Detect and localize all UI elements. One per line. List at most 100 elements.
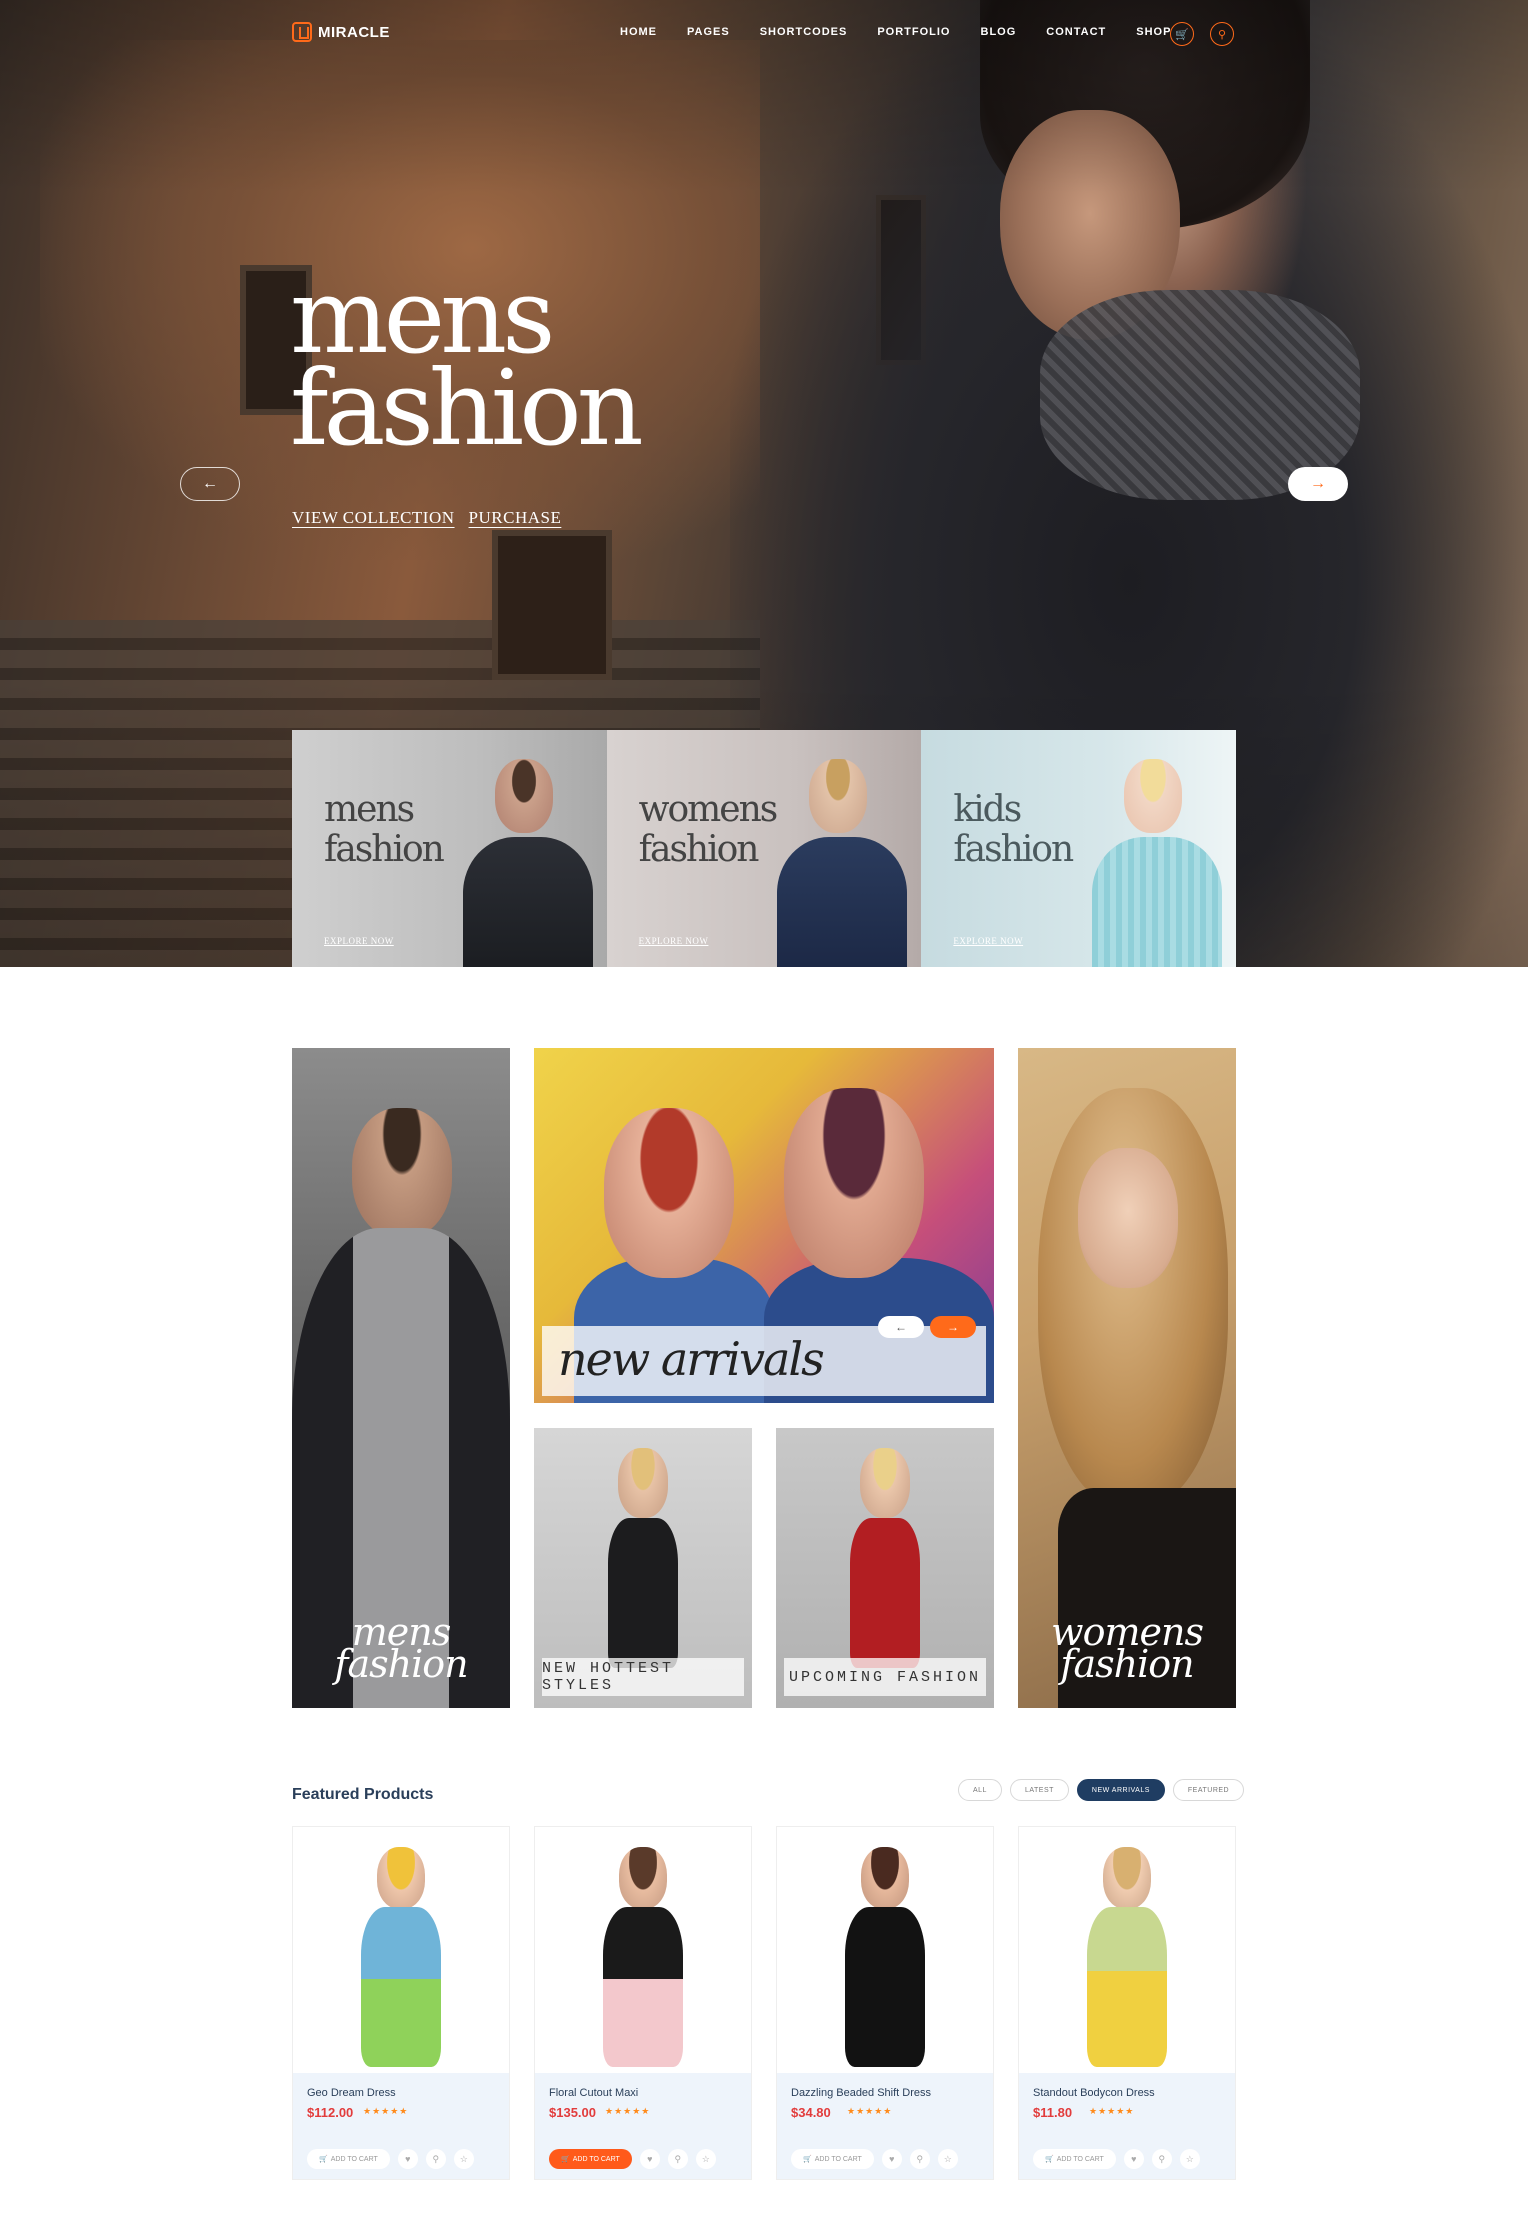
- cart-button[interactable]: 🛒: [1170, 22, 1194, 46]
- logo[interactable]: MIRACLE: [292, 22, 390, 42]
- menu-item-shop[interactable]: SHOP: [1136, 26, 1171, 38]
- arrivals-prev-button[interactable]: ←: [878, 1316, 924, 1338]
- category-card-womens[interactable]: womens fashion EXPLORE NOW: [606, 730, 922, 967]
- product-info: Geo Dream Dress $112.00 ★★★★★ 🛒 ADD TO CA…: [293, 2073, 509, 2179]
- quick-view-button[interactable]: ⚲: [909, 2149, 930, 2169]
- heart-icon: ♥: [647, 2154, 653, 2164]
- product-card[interactable]: Floral Cutout Maxi $135.00 ★★★★★ 🛒 ADD TO…: [534, 1826, 752, 2180]
- hero-slider: mens fashion VIEW COLLECTION PURCHASE ← …: [0, 0, 1528, 967]
- search-button[interactable]: ⚲: [1210, 22, 1234, 46]
- menu-item-portfolio[interactable]: PORTFOLIO: [877, 26, 950, 38]
- rating-stars: ★★★★★: [1089, 2106, 1135, 2116]
- product-card[interactable]: Dazzling Beaded Shift Dress $34.80 ★★★★★…: [776, 1826, 994, 2180]
- product-actions: 🛒 ADD TO CART ♥ ⚲ ☆: [1033, 2149, 1200, 2169]
- product-name[interactable]: Dazzling Beaded Shift Dress: [791, 2087, 931, 2099]
- menu-item-home[interactable]: HOME: [620, 26, 657, 38]
- arrivals-next-button[interactable]: →: [930, 1316, 976, 1338]
- product-info: Standout Bodycon Dress $11.80 ★★★★★ 🛒 ADD…: [1019, 2073, 1235, 2179]
- explore-now-link[interactable]: EXPLORE NOW: [324, 936, 394, 946]
- heart-icon: ♥: [889, 2154, 895, 2164]
- product-image[interactable]: [535, 1827, 751, 2073]
- promo-tile-upcoming[interactable]: UPCOMING FASHION: [776, 1428, 994, 1708]
- compare-button[interactable]: ☆: [937, 2149, 958, 2169]
- quick-view-button[interactable]: ⚲: [425, 2149, 446, 2169]
- category-model-image: [1092, 747, 1223, 967]
- arrow-left-icon: ←: [895, 1320, 907, 1334]
- product-price: $135.00: [549, 2105, 596, 2120]
- quick-view-button[interactable]: ⚲: [1151, 2149, 1172, 2169]
- purchase-link[interactable]: PURCHASE: [469, 508, 562, 528]
- promo-tile-hottest[interactable]: NEW HOTTEST STYLES: [534, 1428, 752, 1708]
- add-to-cart-button[interactable]: 🛒 ADD TO CART: [307, 2149, 390, 2169]
- product-card[interactable]: Standout Bodycon Dress $11.80 ★★★★★ 🛒 ADD…: [1018, 1826, 1236, 2180]
- wishlist-button[interactable]: ♥: [1123, 2149, 1144, 2169]
- filter-featured[interactable]: FEATURED: [1172, 1779, 1245, 1801]
- product-name[interactable]: Floral Cutout Maxi: [549, 2087, 638, 2099]
- tile-model-image: [352, 1108, 452, 1238]
- compare-button[interactable]: ☆: [695, 2149, 716, 2169]
- product-image[interactable]: [1019, 1827, 1235, 2073]
- filter-latest[interactable]: LATEST: [1009, 1779, 1069, 1801]
- menu-item-shortcodes[interactable]: SHORTCODES: [760, 26, 848, 38]
- search-icon: ⚲: [432, 2153, 440, 2164]
- category-card-kids[interactable]: kids fashion EXPLORE NOW: [921, 730, 1237, 967]
- category-title-line2: fashion: [953, 829, 1074, 870]
- product-price: $34.80: [791, 2105, 831, 2120]
- category-title: mens fashion: [324, 790, 445, 870]
- add-to-cart-button[interactable]: 🛒 ADD TO CART: [791, 2149, 874, 2169]
- new-arrivals-title: new arrivals: [558, 1332, 825, 1386]
- add-to-cart-label: ADD TO CART: [1056, 2155, 1104, 2163]
- hero-title-line2: fashion: [290, 347, 644, 469]
- category-title: kids fashion: [953, 790, 1074, 870]
- add-to-cart-button[interactable]: 🛒 ADD TO CART: [549, 2149, 632, 2169]
- menu-item-blog[interactable]: BLOG: [981, 26, 1017, 38]
- product-filters: ALL LATEST NEW ARRIVALS FEATURED: [958, 1779, 1245, 1801]
- product-image[interactable]: [293, 1827, 509, 2073]
- menu-item-contact[interactable]: CONTACT: [1046, 26, 1106, 38]
- heart-icon: ♥: [1131, 2154, 1137, 2164]
- add-to-cart-button[interactable]: 🛒 ADD TO CART: [1033, 2149, 1116, 2169]
- search-icon: ⚲: [916, 2153, 924, 2164]
- hero-prev-button[interactable]: ←: [180, 467, 240, 501]
- category-title-line2: fashion: [324, 829, 445, 870]
- category-model-image: [462, 747, 593, 967]
- search-icon: ⚲: [674, 2153, 682, 2164]
- product-card[interactable]: Geo Dream Dress $112.00 ★★★★★ 🛒 ADD TO CA…: [292, 1826, 510, 2180]
- add-to-cart-label: ADD TO CART: [572, 2155, 620, 2163]
- wishlist-button[interactable]: ♥: [881, 2149, 902, 2169]
- explore-now-link[interactable]: EXPLORE NOW: [953, 936, 1023, 946]
- compare-button[interactable]: ☆: [453, 2149, 474, 2169]
- wishlist-button[interactable]: ♥: [639, 2149, 660, 2169]
- hero-next-button[interactable]: →: [1288, 467, 1348, 501]
- compare-button[interactable]: ☆: [1179, 2149, 1200, 2169]
- promo-tile-mens[interactable]: mens fashion: [292, 1048, 510, 1708]
- menu-item-pages[interactable]: PAGES: [687, 26, 730, 38]
- promo-tile-new-arrivals[interactable]: new arrivals ← →: [534, 1048, 994, 1403]
- tile-label: UPCOMING FASHION: [784, 1658, 986, 1696]
- promo-tile-womens[interactable]: womens fashion: [1018, 1048, 1236, 1708]
- product-name[interactable]: Standout Bodycon Dress: [1033, 2087, 1155, 2099]
- tile-title-line2: fashion: [334, 1642, 468, 1686]
- cart-icon: 🛒: [803, 2156, 812, 2163]
- star-icon: ☆: [701, 2153, 710, 2164]
- filter-new-arrivals[interactable]: NEW ARRIVALS: [1076, 1779, 1165, 1801]
- hero-links: VIEW COLLECTION PURCHASE: [292, 508, 561, 528]
- wishlist-button[interactable]: ♥: [397, 2149, 418, 2169]
- search-icon: ⚲: [1158, 2153, 1166, 2164]
- category-card-mens[interactable]: mens fashion EXPLORE NOW: [292, 730, 607, 967]
- category-cards: mens fashion EXPLORE NOW womens fashion …: [292, 730, 1237, 967]
- product-info: Dazzling Beaded Shift Dress $34.80 ★★★★★…: [777, 2073, 993, 2179]
- arrivals-slider-controls: ← →: [878, 1316, 976, 1338]
- view-collection-link[interactable]: VIEW COLLECTION: [292, 508, 455, 528]
- product-name[interactable]: Geo Dream Dress: [307, 2087, 396, 2099]
- category-title: womens fashion: [639, 790, 779, 870]
- main-menu: HOME PAGES SHORTCODES PORTFOLIO BLOG CON…: [620, 26, 1201, 38]
- explore-now-link[interactable]: EXPLORE NOW: [639, 936, 709, 946]
- filter-all[interactable]: ALL: [958, 1779, 1002, 1801]
- arrow-right-icon: →: [947, 1320, 959, 1334]
- product-price: $11.80: [1033, 2105, 1073, 2120]
- quick-view-button[interactable]: ⚲: [667, 2149, 688, 2169]
- product-price: $112.00: [307, 2105, 354, 2120]
- product-image[interactable]: [777, 1827, 993, 2073]
- product-actions: 🛒 ADD TO CART ♥ ⚲ ☆: [791, 2149, 958, 2169]
